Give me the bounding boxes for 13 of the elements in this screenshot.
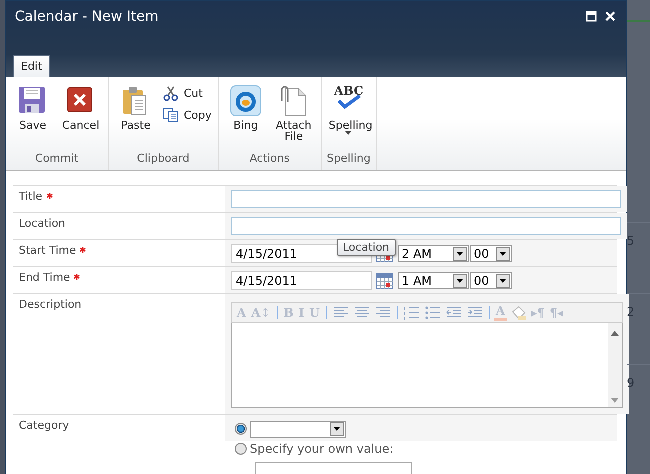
field-label: Start Time — [19, 244, 76, 257]
group-label: Actions — [250, 152, 290, 167]
group-label: Spelling — [326, 152, 371, 167]
field-label: End Time — [19, 271, 70, 284]
group-label: Commit — [35, 152, 79, 167]
field-label: Location — [19, 217, 66, 230]
tooltip: Location — [337, 239, 396, 256]
field-label: Category — [19, 419, 70, 432]
option-label: Specify your own value: — [250, 442, 394, 456]
field-label: Description — [19, 298, 82, 311]
window-title: Calendar - New Item — [15, 9, 159, 27]
group-label: Clipboard — [137, 152, 190, 167]
field-label: Title — [19, 190, 43, 203]
